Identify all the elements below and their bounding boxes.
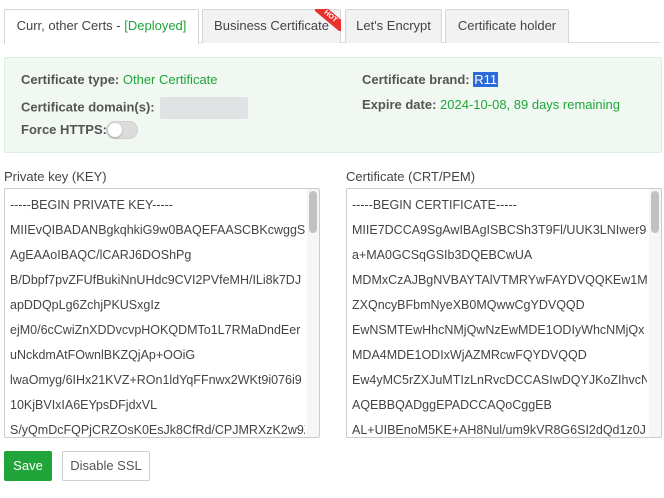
force-https-row: Force HTTPS: xyxy=(21,122,107,137)
expire-date-value: 2024-10-08, 89 days remaining xyxy=(440,97,620,112)
certificate-domain-row: Certificate domain(s): xyxy=(21,97,249,119)
disable-ssl-button[interactable]: Disable SSL xyxy=(62,451,150,481)
key-line: MIIEvQIBADANBgkqhkiG9w0BAQEFAASCBKcwggSj xyxy=(10,223,305,237)
cert-line: MIIE7DCCA9SgAwIBAgISBCSh3T9Fl/UUK3LNIwer… xyxy=(352,223,647,237)
certificate-type-value: Other Certificate xyxy=(122,72,218,87)
tab-certificate-holder-label: Certificate holder xyxy=(457,18,557,33)
key-line: AgEAAoIBAQC/lCARJ6DOShPg xyxy=(10,248,192,262)
key-line: lwaOmyg/6IHx21KVZ+ROn1ldYqFFnwx2WKt9i076… xyxy=(10,373,302,387)
certificate-type-label: Certificate type: xyxy=(21,72,120,87)
private-key-label: Private key (KEY) xyxy=(4,169,107,184)
key-line: -----BEGIN PRIVATE KEY----- xyxy=(10,198,173,212)
tab-lets-encrypt[interactable]: Let's Encrypt xyxy=(345,9,442,43)
key-line: ejM0/6cCwiZnXDDvcvpHOKQDMTo1L7RMaDndEer xyxy=(10,323,301,337)
private-key-scrollbar-thumb[interactable] xyxy=(309,191,317,233)
toggle-knob xyxy=(108,123,122,137)
save-button[interactable]: Save xyxy=(4,451,52,481)
cert-line: EwNSMTEwHhcNMjQwNzEwMDE1ODIyWhcNMjQx xyxy=(352,323,645,337)
deployed-status: [Deployed] xyxy=(124,18,187,33)
tab-current-certs[interactable]: Curr, other Certs - [Deployed] xyxy=(4,9,199,44)
key-line: 10KjBVIxIA6EYpsDFjdxVL xyxy=(10,398,158,412)
tab-business-certificate-label: Business Certificate xyxy=(214,18,329,33)
certificate-brand-label: Certificate brand: xyxy=(362,72,470,87)
cert-line: MDMxCzAJBgNVBAYTAlVTMRYwFAYDVQQKEw1M xyxy=(352,273,647,287)
tab-bar: Curr, other Certs - [Deployed] Business … xyxy=(4,9,660,44)
certificate-scrollbar-thumb[interactable] xyxy=(651,191,659,233)
key-line: apDDQpLg6ZchjPKUSxgIz xyxy=(10,298,161,312)
certificate-info-panel: Certificate type: Other Certificate Cert… xyxy=(4,57,662,153)
tab-business-certificate[interactable]: Business Certificate HOT xyxy=(202,9,341,43)
key-line: S/yQmDcFQPjCRZOsK0EsJk8CfRd/CPJMRXzK2w9Z… xyxy=(10,423,305,437)
force-https-toggle[interactable] xyxy=(106,121,138,139)
tab-current-certs-label: Curr, other Certs - xyxy=(16,18,125,33)
expire-date-label: Expire date: xyxy=(362,97,437,112)
cert-line: MDA4MDE1ODIxWjAZMRcwFQYDVQQD xyxy=(352,348,587,362)
cert-line: a+MA0GCSqGSIb3DQEBCwUA xyxy=(352,248,533,262)
key-line: B/Dbpf7pvZFUfBukiNnUHdc9CVI2PVfeMH/ILi8k… xyxy=(10,273,302,287)
certificate-label: Certificate (CRT/PEM) xyxy=(346,169,476,184)
certificate-domain-label: Certificate domain(s): xyxy=(21,99,155,115)
certificate-type-row: Certificate type: Other Certificate xyxy=(21,72,218,87)
certificate-brand-row: Certificate brand: R11 xyxy=(362,72,499,87)
tab-lets-encrypt-label: Let's Encrypt xyxy=(356,18,431,33)
redacted-domain xyxy=(160,97,249,119)
certificate-content: -----BEGIN CERTIFICATE----- MIIE7DCCA9Sg… xyxy=(347,193,647,437)
tab-certificate-holder[interactable]: Certificate holder xyxy=(445,9,569,43)
certificate-brand-value: R11 xyxy=(473,72,499,87)
hot-badge: HOT xyxy=(315,9,341,31)
force-https-label: Force HTTPS: xyxy=(21,122,107,137)
cert-line: Ew4yMC5rZXJuMTIzLnRvcDCCASIwDQYJKoZIhvcN xyxy=(352,373,647,387)
private-key-textarea[interactable]: -----BEGIN PRIVATE KEY----- MIIEvQIBADAN… xyxy=(4,188,320,438)
private-key-content: -----BEGIN PRIVATE KEY----- MIIEvQIBADAN… xyxy=(5,193,305,437)
cert-line: AQEBBQADggEPADCCAQoCggEB xyxy=(352,398,552,412)
cert-line: -----BEGIN CERTIFICATE----- xyxy=(352,198,517,212)
certificate-scrollbar[interactable] xyxy=(649,189,661,437)
key-line: uNckdmAtFOwnlBKZQjAp+OOiG xyxy=(10,348,196,362)
private-key-scrollbar[interactable] xyxy=(307,189,319,437)
cert-line: ZXQncyBFbmNyeXB0MQwwCgYDVQQD xyxy=(352,298,585,312)
certificate-textarea[interactable]: -----BEGIN CERTIFICATE----- MIIE7DCCA9Sg… xyxy=(346,188,662,438)
cert-line: AL+UIBEnoM5KE+AH8Nul/um9kVR8G6SI2dQd1z0J xyxy=(352,423,646,437)
expire-date-row: Expire date: 2024-10-08, 89 days remaini… xyxy=(362,97,620,112)
